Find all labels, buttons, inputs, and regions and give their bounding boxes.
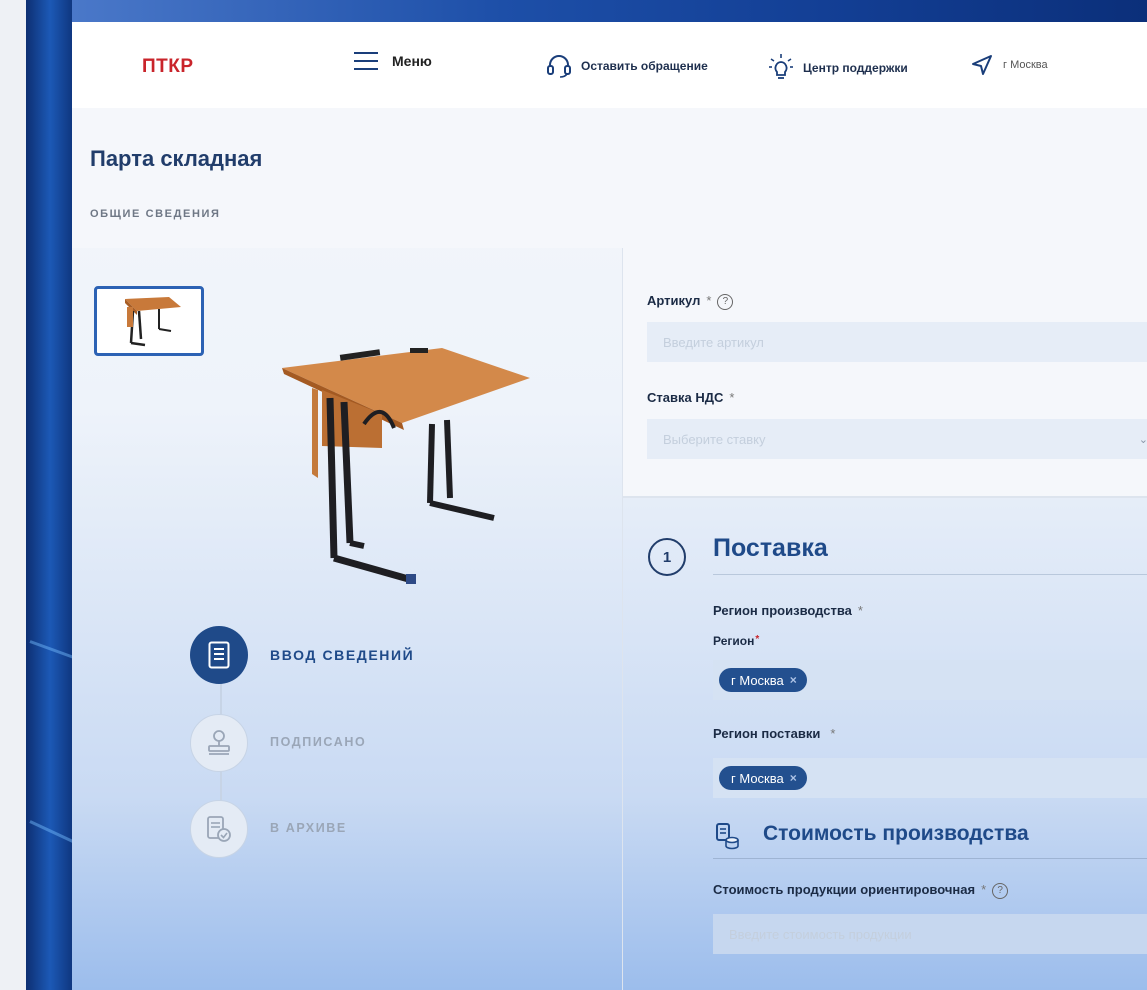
region-tag: г Москва × bbox=[719, 668, 807, 692]
product-thumbnail[interactable] bbox=[94, 286, 204, 356]
menu-button[interactable]: Меню bbox=[354, 52, 432, 70]
production-region-label: Регион производства * bbox=[713, 603, 863, 618]
lightbulb-icon bbox=[769, 54, 793, 79]
desk-thumbnail-image bbox=[125, 297, 181, 347]
section-divider bbox=[713, 574, 1147, 575]
status-item-entry: ВВОД СВЕДЕНИЙ bbox=[190, 626, 450, 686]
section-label: ОБЩИЕ СВЕДЕНИЯ bbox=[90, 208, 221, 220]
leave-appeal-link[interactable]: Оставить обращение bbox=[546, 53, 708, 79]
vat-select-input[interactable] bbox=[647, 419, 1147, 459]
vat-select[interactable]: ⌄ bbox=[647, 419, 1147, 459]
status-item-signed: ПОДПИСАНО bbox=[190, 714, 450, 774]
article-field-label: Артикул *? bbox=[647, 293, 734, 310]
section-divider bbox=[713, 858, 1147, 859]
city-selector[interactable]: г Москва bbox=[970, 53, 1048, 77]
help-icon[interactable]: ? bbox=[992, 883, 1009, 899]
app-window: ПТКР Меню Оставить обращение Центр подде… bbox=[72, 22, 1147, 990]
location-arrow-icon bbox=[972, 55, 992, 75]
coins-document-icon bbox=[715, 822, 741, 855]
product-cost-label: Стоимость продукции ориентировочная *? bbox=[713, 882, 1009, 899]
vat-field-label: Ставка НДС * bbox=[647, 390, 735, 405]
help-icon[interactable]: ? bbox=[717, 294, 734, 310]
delivery-section-title: Поставка bbox=[713, 534, 828, 562]
document-icon bbox=[190, 626, 248, 684]
support-center-label: Центр поддержки bbox=[803, 61, 908, 75]
product-media-panel: ВВОД СВЕДЕНИЙ ПОДПИСАНО В АРХИВЕ bbox=[72, 248, 622, 990]
remove-tag-icon[interactable]: × bbox=[790, 673, 797, 687]
hamburger-icon bbox=[354, 52, 378, 70]
stamp-icon bbox=[190, 714, 248, 772]
delivery-region-label: Регион поставки * bbox=[713, 726, 836, 741]
general-info-form: Артикул*? Ставка НДС* ⌄ bbox=[623, 248, 1147, 498]
status-label: В АРХИВЕ bbox=[270, 821, 347, 835]
logo[interactable]: ПТКР bbox=[142, 56, 194, 78]
production-region-multiselect[interactable]: г Москва × bbox=[713, 660, 1147, 700]
article-input[interactable] bbox=[647, 322, 1147, 362]
cost-section-title: Стоимость производства bbox=[763, 822, 1029, 845]
product-cost-input[interactable] bbox=[713, 914, 1147, 954]
top-header: ПТКР Меню Оставить обращение Центр подде… bbox=[72, 22, 1147, 109]
archive-icon bbox=[190, 800, 248, 858]
chevron-down-icon: ⌄ bbox=[1138, 434, 1147, 446]
form-panel: Артикул*? Ставка НДС* ⌄ 1 Поставка Регио… bbox=[622, 248, 1147, 990]
product-image bbox=[282, 348, 530, 584]
leave-appeal-label: Оставить обращение bbox=[581, 59, 708, 73]
region-tag: г Москва × bbox=[719, 766, 807, 790]
desktop-background-left bbox=[0, 0, 78, 990]
status-label: ВВОД СВЕДЕНИЙ bbox=[270, 647, 415, 663]
delivery-region-multiselect[interactable]: г Москва × bbox=[713, 758, 1147, 798]
page-title: Парта складная bbox=[90, 146, 263, 171]
remove-tag-icon[interactable]: × bbox=[790, 771, 797, 785]
title-block: Парта складная ОБЩИЕ СВЕДЕНИЯ bbox=[72, 108, 1147, 248]
city-label: г Москва bbox=[1003, 59, 1048, 71]
status-item-archive: В АРХИВЕ bbox=[190, 800, 450, 860]
region-sublabel: Регион* bbox=[713, 634, 760, 648]
support-center-link[interactable]: Центр поддержки bbox=[768, 53, 908, 83]
desktop-background-top bbox=[72, 0, 1147, 22]
status-label: ПОДПИСАНО bbox=[270, 735, 367, 749]
menu-label: Меню bbox=[392, 53, 432, 69]
step-number-badge: 1 bbox=[648, 538, 686, 576]
headset-icon bbox=[547, 55, 571, 78]
